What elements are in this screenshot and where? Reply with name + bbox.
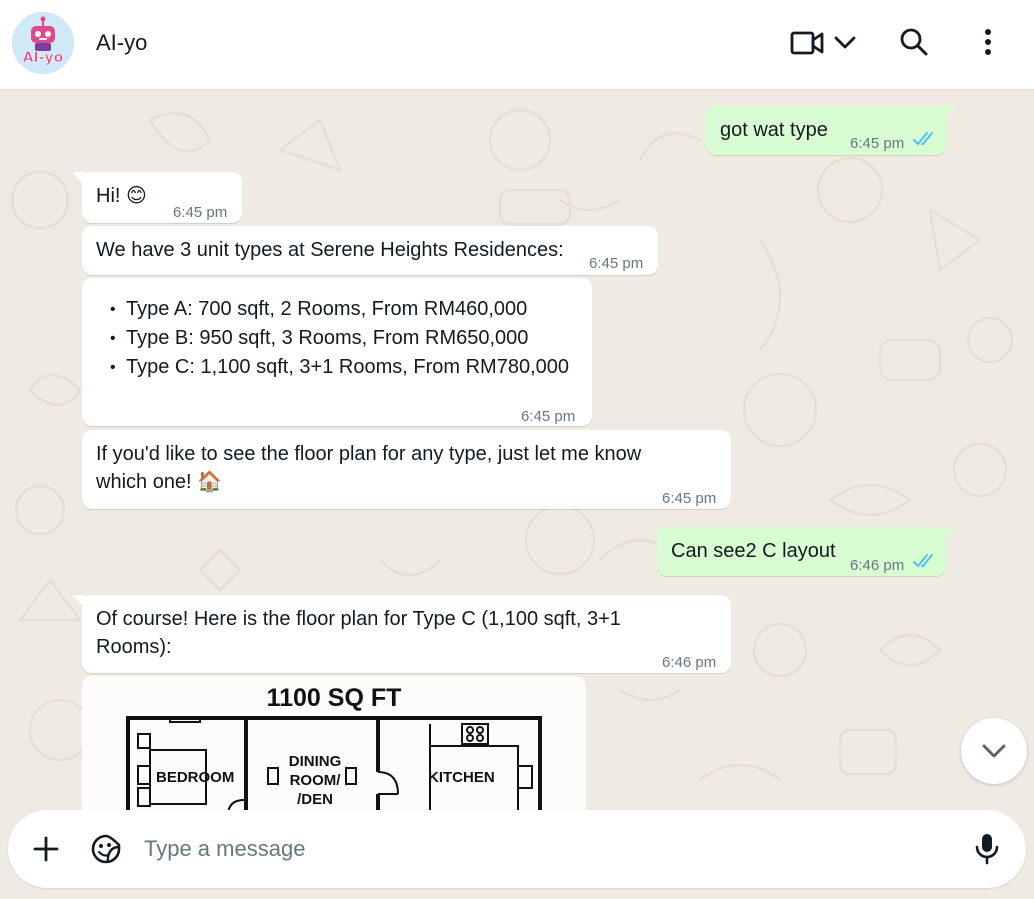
plus-icon[interactable] bbox=[33, 836, 59, 867]
avatar-logo-text: AI-yo bbox=[22, 50, 64, 67]
message-incoming[interactable]: If you'd like to see the floor plan for … bbox=[82, 430, 731, 509]
contact-avatar[interactable]: AI-yo bbox=[12, 12, 74, 74]
message-text: got wat type bbox=[720, 119, 828, 141]
message-time: 6:45 pm bbox=[521, 408, 576, 425]
message-text: Can see2 C layout bbox=[671, 540, 836, 562]
message-input[interactable] bbox=[144, 830, 964, 868]
room-label-bedroom: BEDROOM bbox=[156, 769, 235, 786]
video-call-icon[interactable] bbox=[790, 28, 824, 63]
chevron-down-icon[interactable] bbox=[833, 32, 857, 59]
composer-bar bbox=[0, 810, 1034, 899]
message-composer bbox=[8, 810, 1026, 888]
scroll-to-bottom-button[interactable] bbox=[961, 718, 1027, 784]
message-time: 6:45 pm bbox=[589, 255, 644, 272]
list-item: Type A: 700 sqft, 2 Rooms, From RM460,00… bbox=[108, 295, 569, 324]
chat-header: AI-yo AI-yo bbox=[0, 0, 1034, 90]
message-outgoing[interactable]: Can see2 C layout 6:46 pm bbox=[657, 527, 956, 576]
list-item: Type C: 1,100 sqft, 3+1 Rooms, From RM78… bbox=[108, 353, 569, 382]
bubble-tail bbox=[942, 106, 956, 120]
room-label-dining-den: DINING ROOM//DEN bbox=[288, 753, 342, 808]
bubble-tail bbox=[72, 595, 86, 609]
message-time: 6:45 pm bbox=[173, 204, 228, 221]
message-incoming[interactable]: Of course! Here is the floor plan for Ty… bbox=[72, 595, 731, 673]
message-text: We have 3 unit types at Serene Heights R… bbox=[96, 239, 564, 261]
message-text: Of course! Here is the floor plan for Ty… bbox=[96, 608, 621, 658]
microphone-icon[interactable] bbox=[974, 832, 1000, 871]
message-incoming[interactable]: Hi! 😊 6:45 pm bbox=[72, 172, 242, 223]
chat-area[interactable]: got wat type 6:45 pm Hi! 😊 6:45 pm We ha… bbox=[0, 90, 1034, 810]
unit-type-list: Type A: 700 sqft, 2 Rooms, From RM460,00… bbox=[108, 295, 569, 382]
message-time: 6:45 pm bbox=[662, 490, 717, 507]
message-incoming[interactable]: We have 3 unit types at Serene Heights R… bbox=[82, 226, 658, 275]
bubble-tail bbox=[72, 172, 86, 186]
read-receipt-icon bbox=[913, 132, 933, 146]
message-time: 6:45 pm bbox=[850, 135, 905, 152]
sticker-icon[interactable] bbox=[90, 833, 122, 870]
room-label-kitchen: KITCHEN bbox=[428, 769, 495, 786]
read-receipt-icon bbox=[913, 554, 933, 568]
search-icon[interactable] bbox=[899, 27, 929, 62]
menu-dots-icon[interactable] bbox=[980, 27, 996, 64]
message-incoming[interactable]: Type A: 700 sqft, 2 Rooms, From RM460,00… bbox=[82, 278, 592, 426]
floor-plan-image[interactable]: 1100 SQ FT BEDROOM DINING ROOM/ /DEN KIT… bbox=[82, 676, 586, 810]
message-time: 6:46 pm bbox=[662, 654, 717, 671]
bubble-tail bbox=[942, 527, 956, 541]
contact-name[interactable]: AI-yo bbox=[96, 30, 147, 56]
message-text: Hi! 😊 bbox=[96, 185, 147, 207]
message-outgoing[interactable]: got wat type 6:45 pm bbox=[706, 106, 956, 155]
list-item: Type B: 950 sqft, 3 Rooms, From RM650,00… bbox=[108, 324, 569, 353]
message-time: 6:46 pm bbox=[850, 557, 905, 574]
message-text: If you'd like to see the floor plan for … bbox=[96, 443, 642, 493]
chevron-down-icon bbox=[982, 744, 1006, 758]
